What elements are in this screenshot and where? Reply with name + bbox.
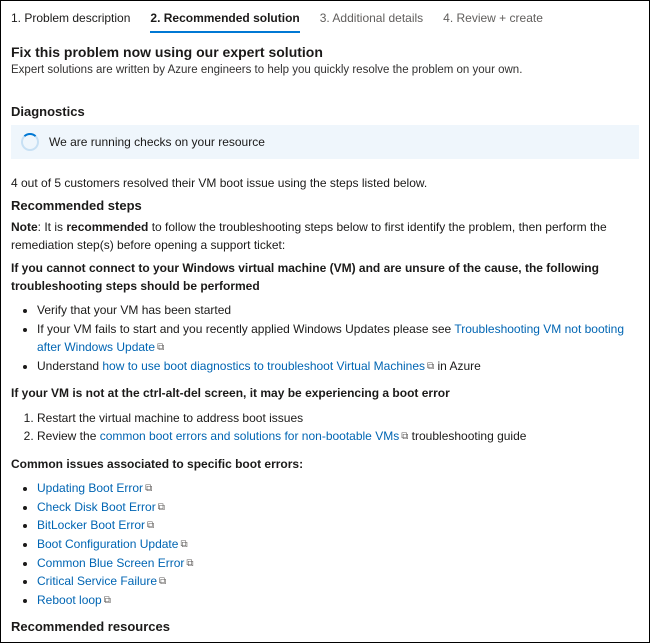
link-critical-service-failure[interactable]: Critical Service Failure [37, 574, 157, 588]
link-common-boot-errors[interactable]: common boot errors and solutions for non… [100, 429, 400, 443]
link-updating-boot-error[interactable]: Updating Boot Error [37, 481, 143, 495]
spinner-icon [21, 133, 39, 151]
tab-review-create[interactable]: 4. Review + create [443, 7, 543, 33]
common-issues-heading: Common issues associated to specific boo… [11, 456, 639, 473]
list-item: Review the common boot errors and soluti… [37, 427, 639, 446]
list-item: Understand how to use boot diagnostics t… [37, 357, 639, 376]
link-bitlocker-boot-error[interactable]: BitLocker Boot Error [37, 518, 145, 532]
note-bold: recommended [66, 220, 148, 234]
link-boot-configuration-update[interactable]: Boot Configuration Update [37, 537, 178, 551]
list-item: Common Blue Screen Error⧉ [37, 554, 639, 573]
cannot-connect-heading: If you cannot connect to your Windows vi… [11, 260, 639, 295]
recommended-resources-title: Recommended resources [11, 619, 639, 634]
external-link-icon: ⧉ [159, 574, 166, 590]
step3-prefix: Understand [37, 359, 102, 373]
wizard-tabs: 1. Problem description 2. Recommended so… [11, 7, 639, 34]
list-item: Verify that your VM has been started [37, 301, 639, 320]
note-prefix: Note [11, 220, 38, 234]
list-item: Restart the virtual machine to address b… [37, 409, 639, 428]
diagnostics-status-text: We are running checks on your resource [49, 135, 265, 149]
ol2-prefix: Review the [37, 429, 100, 443]
diagnostics-title: Diagnostics [11, 104, 639, 119]
note-body1: : It is [38, 220, 67, 234]
external-link-icon: ⧉ [104, 593, 111, 609]
link-reboot-loop[interactable]: Reboot loop [37, 593, 102, 607]
recommended-steps-title: Recommended steps [11, 198, 639, 213]
list-item: BitLocker Boot Error⧉ [37, 516, 639, 535]
tab-problem-description[interactable]: 1. Problem description [11, 7, 130, 33]
external-link-icon: ⧉ [157, 340, 164, 356]
not-cad-heading: If your VM is not at the ctrl-alt-del sc… [11, 385, 639, 402]
list-item: Reboot loop⧉ [37, 591, 639, 610]
common-issues-list: Updating Boot Error⧉ Check Disk Boot Err… [11, 479, 639, 609]
external-link-icon: ⧉ [158, 500, 165, 516]
ol2-suffix: troubleshooting guide [408, 429, 526, 443]
diagnostics-banner: We are running checks on your resource [11, 125, 639, 159]
link-boot-diagnostics[interactable]: how to use boot diagnostics to troublesh… [102, 359, 425, 373]
external-link-icon: ⧉ [145, 481, 152, 497]
tab-recommended-solution[interactable]: 2. Recommended solution [150, 7, 299, 33]
page-frame: { "tabs": { "t1": "1. Problem descriptio… [0, 0, 650, 643]
step3-suffix: in Azure [434, 359, 481, 373]
troubleshoot-list: Verify that your VM has been started If … [11, 301, 639, 375]
external-link-icon: ⧉ [180, 537, 187, 553]
list-item: If your VM fails to start and you recent… [37, 320, 639, 357]
list-item: Check Disk Boot Error⧉ [37, 498, 639, 517]
list-item: Updating Boot Error⧉ [37, 479, 639, 498]
step2-prefix: If your VM fails to start and you recent… [37, 322, 454, 336]
external-link-icon: ⧉ [147, 518, 154, 534]
tab-additional-details[interactable]: 3. Additional details [320, 7, 423, 33]
page-subtext: Expert solutions are written by Azure en… [11, 64, 639, 76]
recommended-note: Note: It is recommended to follow the tr… [11, 219, 639, 254]
list-item: Critical Service Failure⧉ [37, 572, 639, 591]
link-check-disk-boot-error[interactable]: Check Disk Boot Error [37, 500, 156, 514]
list-item: Boot Configuration Update⧉ [37, 535, 639, 554]
external-link-icon: ⧉ [186, 556, 193, 572]
boot-error-steps: Restart the virtual machine to address b… [11, 409, 639, 446]
link-common-blue-screen-error[interactable]: Common Blue Screen Error [37, 556, 184, 570]
stats-line: 4 out of 5 customers resolved their VM b… [11, 175, 639, 192]
page-headline: Fix this problem now using our expert so… [11, 44, 639, 60]
